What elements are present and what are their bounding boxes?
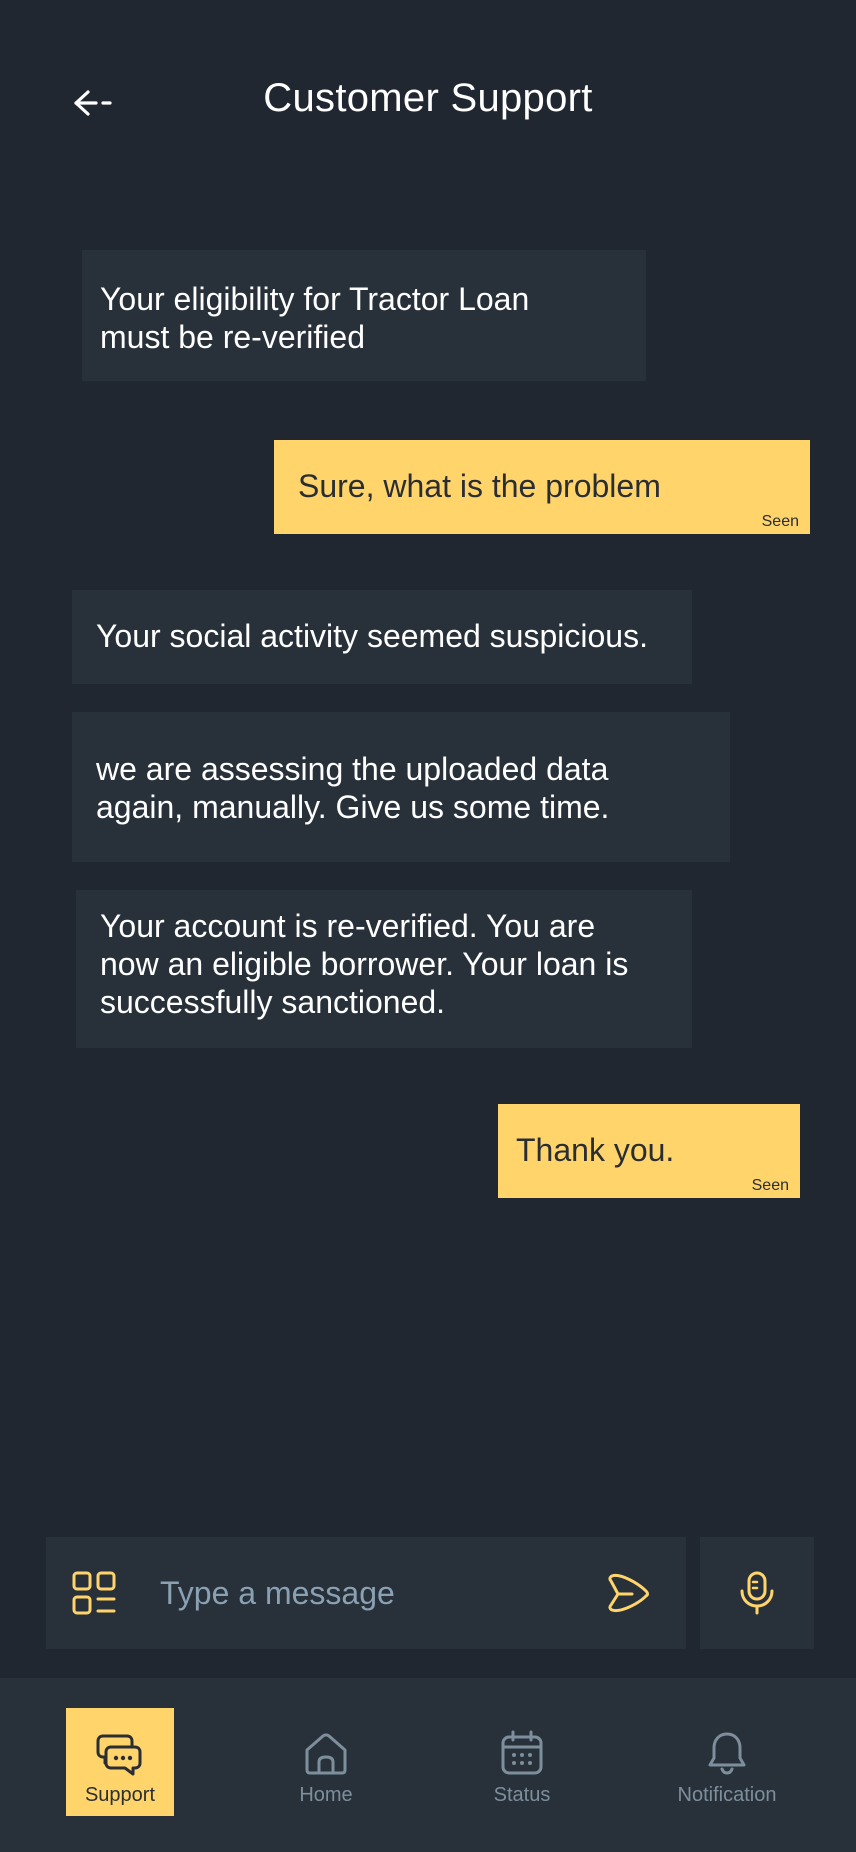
nav-label: Notification xyxy=(677,1784,777,1806)
nav-label: Support xyxy=(84,1784,156,1806)
bell-icon xyxy=(708,1732,746,1775)
qr-code-icon xyxy=(72,1571,116,1615)
nav-item-status[interactable]: Status xyxy=(472,1708,572,1816)
calendar-icon xyxy=(501,1730,543,1775)
message-text-line: we are assessing the uploaded data xyxy=(96,751,609,787)
message-text-line: Your account is re-verified. You are xyxy=(100,908,596,944)
message-outgoing: Sure, what is the problem Seen xyxy=(274,440,810,534)
message-outgoing: Thank you. Seen xyxy=(498,1104,800,1198)
header: Customer Support xyxy=(0,0,856,200)
nav-label: Home xyxy=(299,1784,353,1806)
nav-item-home[interactable]: Home xyxy=(276,1708,376,1816)
microphone-button[interactable] xyxy=(700,1537,814,1649)
message-text-line: must be re-verified xyxy=(100,319,365,355)
nav-label: Status xyxy=(493,1784,551,1806)
message-text: Your social activity seemed suspicious. xyxy=(96,618,648,654)
seen-status: Seen xyxy=(761,513,799,530)
chat-bubbles-icon xyxy=(96,1734,142,1776)
seen-status: Seen xyxy=(751,1177,789,1194)
microphone-icon xyxy=(740,1571,774,1615)
bottom-navigation: Support Home Status Notification xyxy=(0,1678,856,1852)
message-text: Thank you. xyxy=(516,1132,675,1168)
send-button[interactable] xyxy=(604,1569,652,1617)
send-icon xyxy=(608,1573,649,1613)
message-incoming: Your account is re-verified. You are now… xyxy=(76,890,692,1048)
home-icon xyxy=(305,1733,347,1775)
message-text-line: successfully sanctioned. xyxy=(100,984,446,1020)
message-input[interactable] xyxy=(160,1565,490,1621)
nav-item-support[interactable]: Support xyxy=(66,1708,174,1816)
nav-item-notification[interactable]: Notification xyxy=(662,1708,792,1816)
message-text-line: Your eligibility for Tractor Loan xyxy=(100,281,530,317)
message-text-line: now an eligible borrower. Your loan is xyxy=(100,946,629,982)
message-incoming: Your eligibility for Tractor Loan must b… xyxy=(82,250,646,381)
message-incoming: we are assessing the uploaded data again… xyxy=(72,712,730,862)
message-text-line: again, manually. Give us some time. xyxy=(96,789,610,825)
page-title: Customer Support xyxy=(263,76,593,120)
message-composer xyxy=(46,1537,686,1649)
message-text: Sure, what is the problem xyxy=(298,468,661,504)
message-incoming: Your social activity seemed suspicious. xyxy=(72,590,692,684)
qr-code-button[interactable] xyxy=(72,1571,116,1615)
